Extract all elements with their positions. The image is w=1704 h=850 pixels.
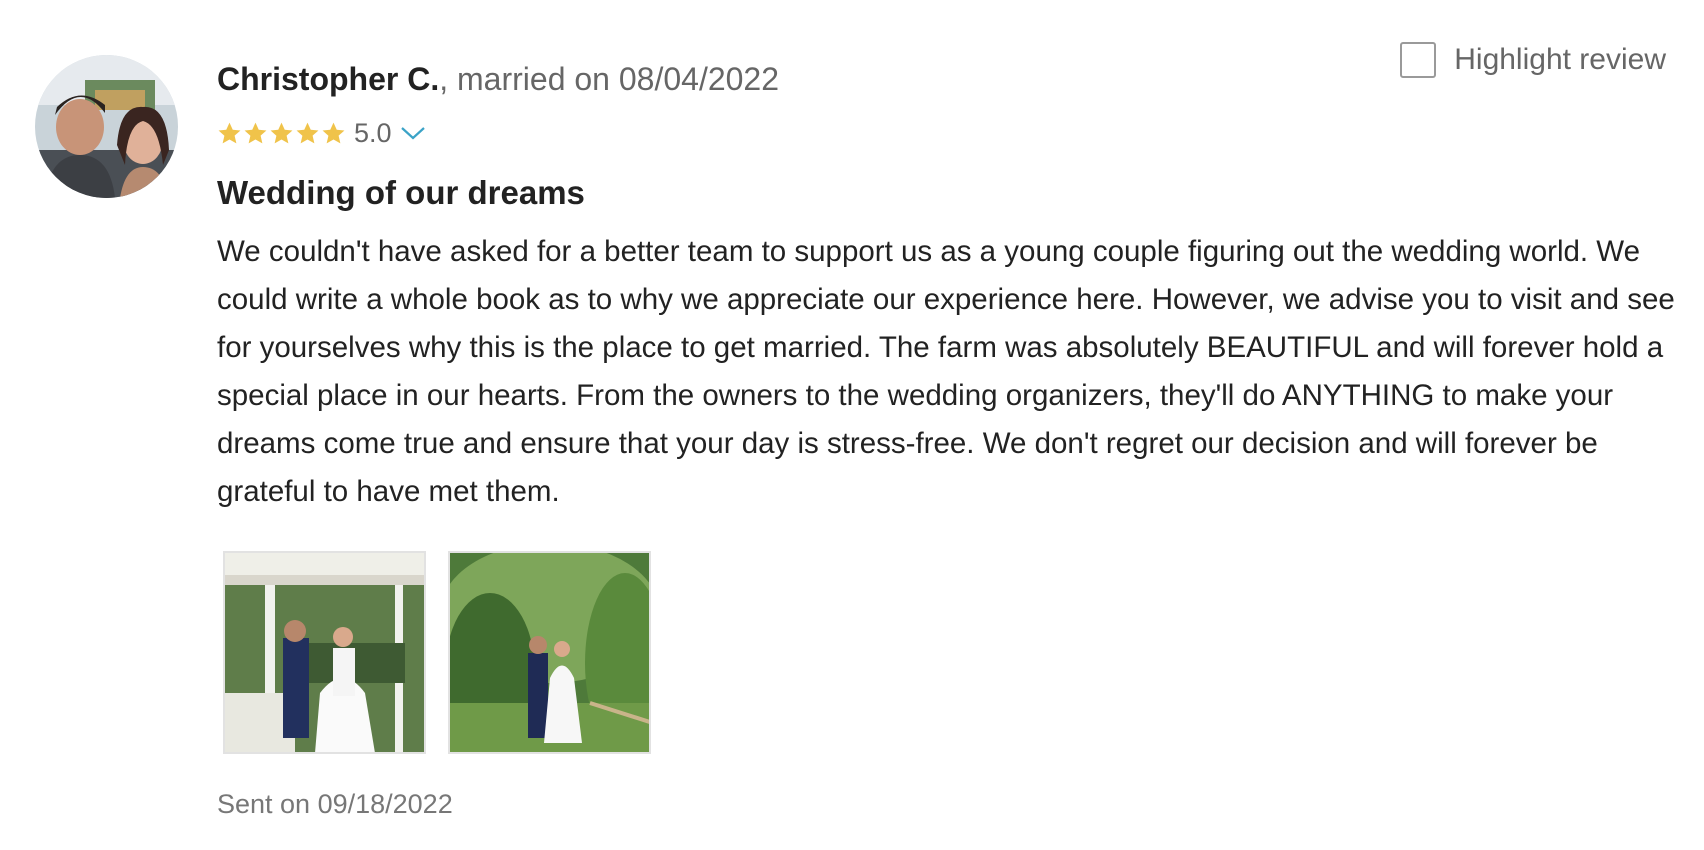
star-icon: [244, 122, 267, 143]
rating-value: 5.0: [354, 117, 392, 148]
highlight-review-toggle[interactable]: Highlight review: [1400, 42, 1666, 78]
review-card: Christopher C., married on 08/04/2022 5.…: [0, 0, 1704, 850]
star-icon: [270, 122, 293, 143]
gazebo-wedding-photo[interactable]: [223, 551, 426, 754]
married-date: , married on 08/04/2022: [439, 61, 780, 97]
author-name: Christopher C.: [217, 61, 440, 97]
review-content: Christopher C., married on 08/04/2022 5.…: [217, 60, 1677, 820]
rating-row: 5.0: [217, 115, 1677, 151]
chevron-down-icon[interactable]: [400, 125, 426, 141]
review-title: Wedding of our dreams: [217, 174, 585, 211]
star-icon: [322, 122, 345, 143]
sent-date: Sent on 09/18/2022: [217, 789, 453, 819]
checkbox-icon[interactable]: [1400, 42, 1437, 78]
garden-wedding-photo[interactable]: [448, 551, 651, 754]
avatar: [35, 55, 178, 198]
star-rating: [217, 121, 346, 146]
review-photos: [223, 551, 1677, 754]
star-icon: [296, 122, 319, 143]
highlight-review-label: Highlight review: [1454, 43, 1666, 76]
review-body: We couldn't have asked for a better team…: [217, 235, 1675, 508]
star-icon: [218, 122, 241, 143]
